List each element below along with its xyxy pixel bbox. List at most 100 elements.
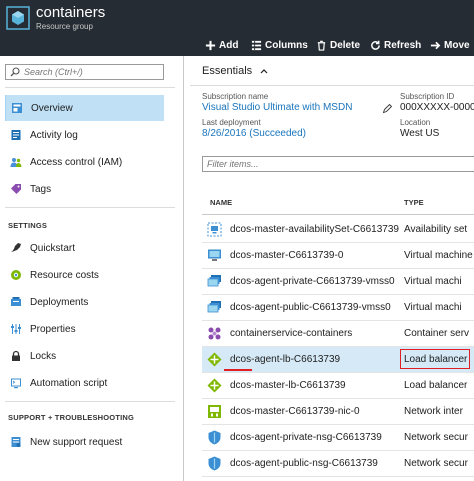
edit-pencil-icon[interactable] <box>382 104 392 114</box>
menu-search-input[interactable] <box>24 67 154 77</box>
last-deployment-label: Last deployment <box>202 118 261 127</box>
support-icon <box>11 437 21 447</box>
last-deployment-link[interactable]: 8/26/2016 (Succeeded) <box>202 128 306 139</box>
table-row[interactable]: dcos-master-availabilitySet-C6613739 Ava… <box>202 217 474 243</box>
table-row[interactable]: dcos-agent-public-nsg-C6613739 Network s… <box>202 451 474 477</box>
column-header-type[interactable]: TYPE <box>404 198 424 207</box>
resource-name-link[interactable]: dcos-agent-lb-C6613739 <box>230 354 340 365</box>
add-button[interactable]: Add <box>205 37 238 53</box>
resource-type: Container serv <box>404 328 470 339</box>
activity-log-icon <box>11 130 21 140</box>
properties-icon <box>11 324 21 334</box>
resource-name-link[interactable]: dcos-agent-public-C6613739-vmss0 <box>230 302 391 313</box>
vm-icon <box>208 249 221 261</box>
menu-item-properties[interactable]: Properties <box>5 316 164 342</box>
resource-type: Network secur <box>404 458 468 469</box>
resource-group-icon <box>6 6 30 30</box>
menu-item-automation-script[interactable]: Automation script <box>5 370 164 396</box>
menu-item-access-control[interactable]: Access control (IAM) <box>5 149 164 175</box>
vmss-icon <box>207 275 221 287</box>
table-row[interactable]: containerservice-containers Container se… <box>202 321 474 347</box>
subscription-name-label: Subscription name <box>202 92 269 101</box>
table-row[interactable]: dcos-master-lb-C6613739 Load balancer <box>202 373 474 399</box>
resource-name-link[interactable]: dcos-agent-private-C6613739-vmss0 <box>230 276 395 287</box>
command-bar: Add Columns Delete Refresh Move <box>200 37 474 53</box>
overview-icon <box>12 103 22 113</box>
resource-type: Virtual machi <box>404 302 462 313</box>
container-service-icon <box>208 327 221 340</box>
resource-name-link[interactable]: dcos-agent-private-nsg-C6613739 <box>230 432 382 443</box>
resource-name-link[interactable]: dcos-master-availabilitySet-C6613739 <box>230 224 399 235</box>
location-label: Location <box>400 118 431 127</box>
menu-item-new-support-request[interactable]: New support request <box>5 429 164 455</box>
columns-button[interactable]: Columns <box>251 37 308 53</box>
delete-button[interactable]: Delete <box>316 37 360 53</box>
columns-icon <box>251 40 262 50</box>
chevron-up-icon <box>260 68 268 73</box>
refresh-icon <box>371 40 380 50</box>
table-row[interactable]: dcos-master-C6613739-0 Virtual machine <box>202 243 474 269</box>
table-row[interactable]: dcos-agent-public-C6613739-vmss0 Virtual… <box>202 295 474 321</box>
essentials-title: Essentials <box>202 64 253 77</box>
menu-divider <box>5 207 175 208</box>
vmss-icon <box>207 301 221 313</box>
page-title: containers <box>36 4 106 21</box>
plus-icon <box>205 40 216 50</box>
resource-type: Virtual machine <box>404 250 473 261</box>
menu-item-locks[interactable]: Locks <box>5 343 164 369</box>
essentials-toggle[interactable]: Essentials <box>190 56 474 86</box>
menu-item-deployments[interactable]: Deployments <box>5 289 164 315</box>
table-row-highlighted[interactable]: dcos-agent-lb-C6613739 Load balancer <box>202 347 474 373</box>
settings-section-label: SETTINGS <box>8 221 48 230</box>
resource-name-link[interactable]: containerservice-containers <box>230 328 352 339</box>
location-value: West US <box>400 128 440 139</box>
load-balancer-icon <box>207 352 222 367</box>
menu-item-overview[interactable]: Overview <box>5 95 164 121</box>
resource-name-link[interactable]: dcos-master-C6613739-0 <box>230 250 343 261</box>
menu-item-tags[interactable]: Tags <box>5 176 164 202</box>
resource-type: Network secur <box>404 432 468 443</box>
subscription-name-link[interactable]: Visual Studio Ultimate with MSDN <box>202 102 352 113</box>
menu-divider <box>5 87 175 88</box>
support-section-label: SUPPORT + TROUBLESHOOTING <box>8 413 135 422</box>
move-button[interactable]: Move <box>430 37 470 53</box>
search-icon <box>10 67 20 77</box>
menu-item-activity-log[interactable]: Activity log <box>5 122 164 148</box>
resource-menu: Overview Activity log Access control (IA… <box>0 56 184 481</box>
table-row[interactable]: dcos-agent-private-nsg-C6613739 Network … <box>202 425 474 451</box>
trash-icon <box>317 40 326 51</box>
arrow-right-icon <box>430 41 441 49</box>
people-icon <box>10 158 22 167</box>
filter-input[interactable] <box>207 159 457 169</box>
subscription-id-label: Subscription ID <box>400 92 455 101</box>
table-header-divider <box>202 214 474 215</box>
resource-name-link[interactable]: dcos-master-C6613739-nic-0 <box>230 406 360 417</box>
red-underline-annotation <box>224 369 252 371</box>
menu-search-box[interactable] <box>5 64 164 80</box>
script-icon <box>11 378 21 389</box>
load-balancer-icon <box>207 378 222 393</box>
menu-item-quickstart[interactable]: Quickstart <box>5 235 164 261</box>
tag-icon <box>11 184 21 194</box>
resource-type: Network inter <box>404 406 463 417</box>
costs-icon <box>11 270 21 280</box>
filter-box[interactable] <box>202 156 474 172</box>
resource-name-link[interactable]: dcos-agent-public-nsg-C6613739 <box>230 458 378 469</box>
deployments-icon <box>11 297 21 306</box>
blade-header: containers Resource group Add Columns De… <box>0 0 474 56</box>
overview-content: Essentials Subscription name Visual Stud… <box>190 56 474 481</box>
quickstart-icon <box>11 243 21 252</box>
resource-type: Load balancer <box>404 380 468 391</box>
table-row[interactable]: dcos-agent-private-C6613739-vmss0 Virtua… <box>202 269 474 295</box>
column-header-name[interactable]: NAME <box>210 198 232 207</box>
menu-item-resource-costs[interactable]: Resource costs <box>5 262 164 288</box>
nsg-icon <box>208 456 221 471</box>
nsg-icon <box>208 430 221 445</box>
refresh-button[interactable]: Refresh <box>370 37 421 53</box>
resource-name-link[interactable]: dcos-master-lb-C6613739 <box>230 380 346 391</box>
lock-icon <box>12 350 20 361</box>
subscription-id-value: 000XXXXX-0000- <box>400 102 474 113</box>
page-subtitle: Resource group <box>36 22 93 31</box>
table-row[interactable]: dcos-master-C6613739-nic-0 Network inter <box>202 399 474 425</box>
nic-icon <box>208 405 221 418</box>
